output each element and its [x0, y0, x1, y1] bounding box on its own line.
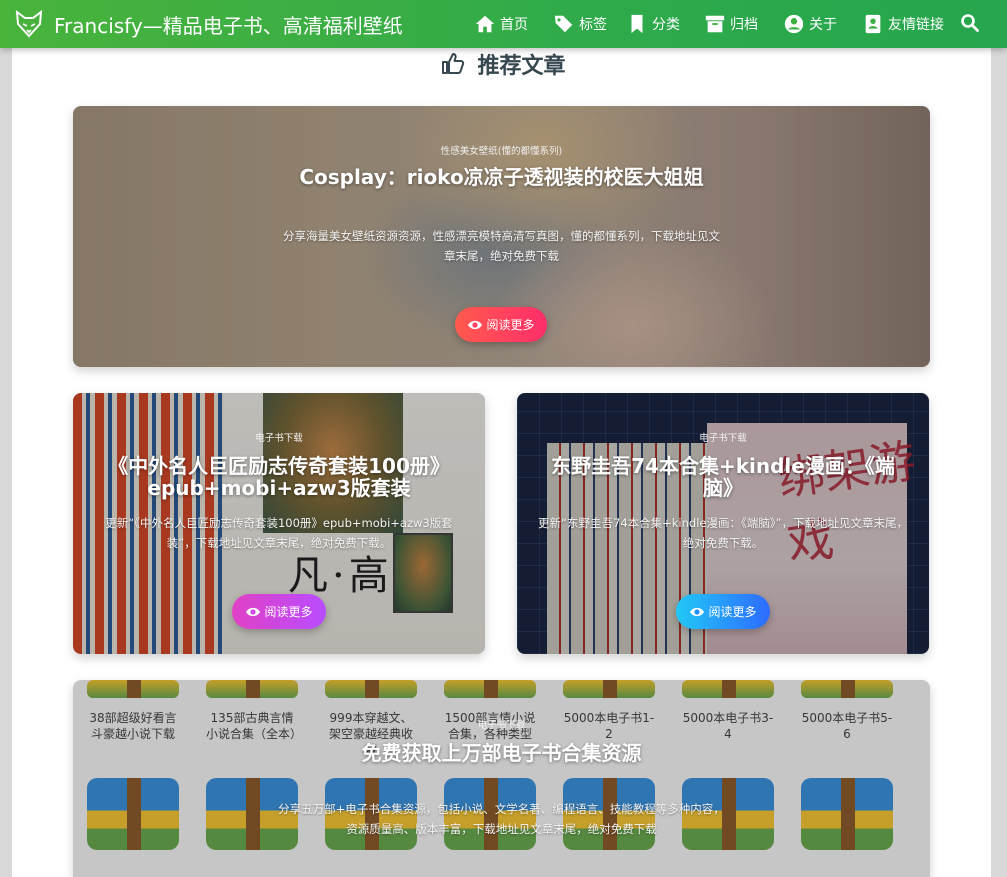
nav-item-archive[interactable]: 归档 [704, 13, 758, 35]
bookmark-icon [631, 14, 643, 34]
search-icon[interactable] [960, 13, 980, 33]
eye-icon [690, 607, 705, 616]
card-summary: 更新“《中外名人巨匠励志传奇套装100册》epub+mobi+azw3版套装”，… [105, 516, 453, 551]
thumbs-up-icon [442, 53, 465, 74]
nav-item-label: 分类 [652, 17, 680, 33]
top-navbar: Francisfy—精品电子书、高清福利壁纸 首页 标签 分类 归档 关于 友情… [0, 0, 1007, 48]
fox-logo-icon [15, 9, 43, 38]
archive-icon [705, 15, 725, 33]
read-more-button[interactable]: 阅读更多 [676, 594, 770, 629]
nav-item-label: 关于 [809, 17, 837, 33]
card-summary: 更新“东野圭吾74本合集+kindle漫画：《端脑》”，下载地址见文章末尾，绝对… [538, 516, 908, 551]
card-content: 电子书下载 免费获取上万部电子书合集资源 分享五万部+电子书合集资源，包括小说、… [73, 680, 930, 877]
home-icon [475, 15, 495, 33]
nav-item-label: 标签 [579, 17, 607, 33]
card-category[interactable]: 电子书下载 [517, 430, 929, 444]
card-category[interactable]: 性感美女壁纸(懂的都懂系列) [73, 143, 930, 157]
section-title: 推荐文章 [477, 54, 566, 79]
card-title[interactable]: 免费获取上万部电子书合集资源 [73, 742, 930, 765]
card-content: 电子书下载 《中外名人巨匠励志传奇套装100册》epub+mobi+azw3版套… [73, 393, 485, 654]
read-more-label: 阅读更多 [264, 605, 313, 619]
article-card[interactable]: 凡·高 电子书下载 《中外名人巨匠励志传奇套装100册》epub+mobi+az… [73, 393, 485, 654]
eye-icon [468, 320, 483, 329]
card-title[interactable]: 东野圭吾74本合集+kindle漫画：《端脑》 [541, 455, 905, 500]
card-title[interactable]: Cosplay：rioko凉凉子透视装的校医大姐姐 [73, 166, 930, 189]
card-content: 性感美女壁纸(懂的都懂系列) Cosplay：rioko凉凉子透视装的校医大姐姐… [73, 106, 930, 367]
article-card[interactable]: 绑架游戏 电子书下载 东野圭吾74本合集+kindle漫画：《端脑》 更新“东野… [517, 393, 929, 654]
nav-item-categories[interactable]: 分类 [626, 13, 680, 35]
card-category[interactable]: 电子书下载 [73, 717, 930, 731]
nav-item-label: 友情链接 [888, 17, 944, 33]
article-card[interactable]: 性感美女壁纸(懂的都懂系列) Cosplay：rioko凉凉子透视装的校医大姐姐… [73, 106, 930, 367]
user-circle-icon [784, 14, 804, 34]
site-title[interactable]: Francisfy—精品电子书、高清福利壁纸 [54, 10, 403, 39]
address-card-icon [865, 14, 881, 34]
brand[interactable]: Francisfy—精品电子书、高清福利壁纸 [14, 9, 403, 39]
nav-item-friend-links[interactable]: 友情链接 [862, 13, 944, 35]
nav-menu: 首页 标签 分类 归档 关于 友情链接 [474, 0, 944, 48]
article-card[interactable]: 38部超级好看言斗豪越小说下载 135部古典言情小说合集（全本） 999本穿越文… [73, 680, 930, 877]
section-heading: 推荐文章 [0, 48, 1007, 80]
nav-item-label: 归档 [730, 17, 758, 33]
card-content: 电子书下载 东野圭吾74本合集+kindle漫画：《端脑》 更新“东野圭吾74本… [517, 393, 929, 654]
nav-item-label: 首页 [500, 17, 528, 33]
card-category[interactable]: 电子书下载 [73, 430, 485, 444]
card-title[interactable]: 《中外名人巨匠励志传奇套装100册》epub+mobi+azw3版套装 [83, 455, 475, 500]
nav-item-tags[interactable]: 标签 [553, 13, 607, 35]
nav-item-about[interactable]: 关于 [783, 13, 837, 35]
read-more-button[interactable]: 阅读更多 [455, 307, 547, 342]
read-more-label: 阅读更多 [708, 605, 757, 619]
card-summary: 分享五万部+电子书合集资源，包括小说、文学名著、编程语言、技能教程等多种内容，资… [278, 802, 725, 837]
tags-icon [554, 15, 573, 33]
eye-icon [246, 607, 261, 616]
card-summary: 分享海量美女壁纸资源资源，性感漂亮模特高清写真图，懂的都懂系列，下载地址见文章末… [283, 229, 720, 264]
read-more-label: 阅读更多 [486, 318, 535, 332]
read-more-button[interactable]: 阅读更多 [232, 594, 326, 629]
nav-item-home[interactable]: 首页 [474, 13, 528, 35]
